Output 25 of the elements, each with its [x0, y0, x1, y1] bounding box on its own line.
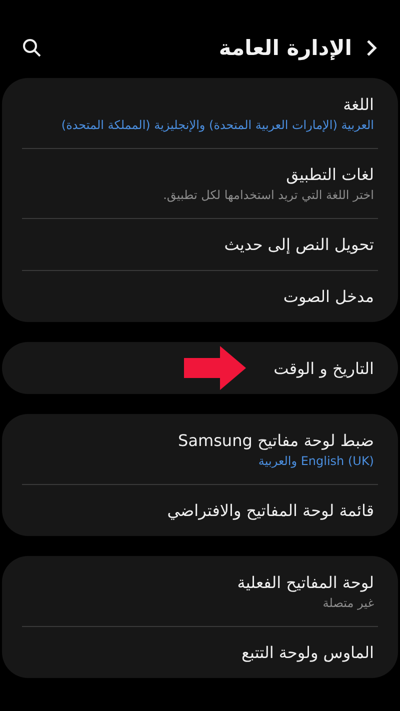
settings-item[interactable]: اللغة العربية (الإمارات العربية المتحدة) والإنجليزية (المملكة المتحدة) — [2, 78, 398, 148]
settings-item[interactable]: مدخل الصوت — [2, 270, 398, 322]
settings-item[interactable]: تحويل النص إلى حديث — [2, 218, 398, 270]
settings-item[interactable]: التاريخ و الوقت — [2, 342, 398, 394]
back-icon[interactable] — [366, 39, 378, 57]
search-icon[interactable] — [22, 38, 42, 58]
item-title: الماوس ولوحة التتبع — [241, 642, 374, 662]
item-title: تحويل النص إلى حديث — [224, 234, 374, 254]
item-title: اللغة — [343, 94, 374, 114]
settings-item[interactable]: قائمة لوحة المفاتيح والافتراضي — [2, 484, 398, 536]
settings-item[interactable]: لغات التطبيق اختر اللغة التي تريد استخدامها لكل تطبيق. — [2, 148, 398, 218]
item-title: قائمة لوحة المفاتيح والافتراضي — [167, 500, 374, 520]
page-title: الإدارة العامة — [218, 36, 352, 60]
item-title: ضبط لوحة مفاتيح Samsung — [178, 430, 374, 450]
item-title: لوحة المفاتيح الفعلية — [237, 572, 374, 592]
item-title: مدخل الصوت — [283, 286, 374, 306]
settings-item[interactable]: ضبط لوحة مفاتيح Samsung English (UK) والعربية — [2, 414, 398, 484]
item-subtitle: English (UK) والعربية — [258, 454, 374, 468]
settings-item[interactable]: الماوس ولوحة التتبع — [2, 626, 398, 678]
item-title: لغات التطبيق — [286, 164, 374, 184]
item-title: التاريخ و الوقت — [274, 358, 374, 378]
item-subtitle: العربية (الإمارات العربية المتحدة) والإنجليزية (المملكة المتحدة) — [61, 118, 374, 132]
item-subtitle: اختر اللغة التي تريد استخدامها لكل تطبيق. — [163, 188, 374, 202]
settings-item[interactable]: لوحة المفاتيح الفعلية غير متصلة — [2, 556, 398, 626]
item-subtitle: غير متصلة — [322, 596, 374, 610]
